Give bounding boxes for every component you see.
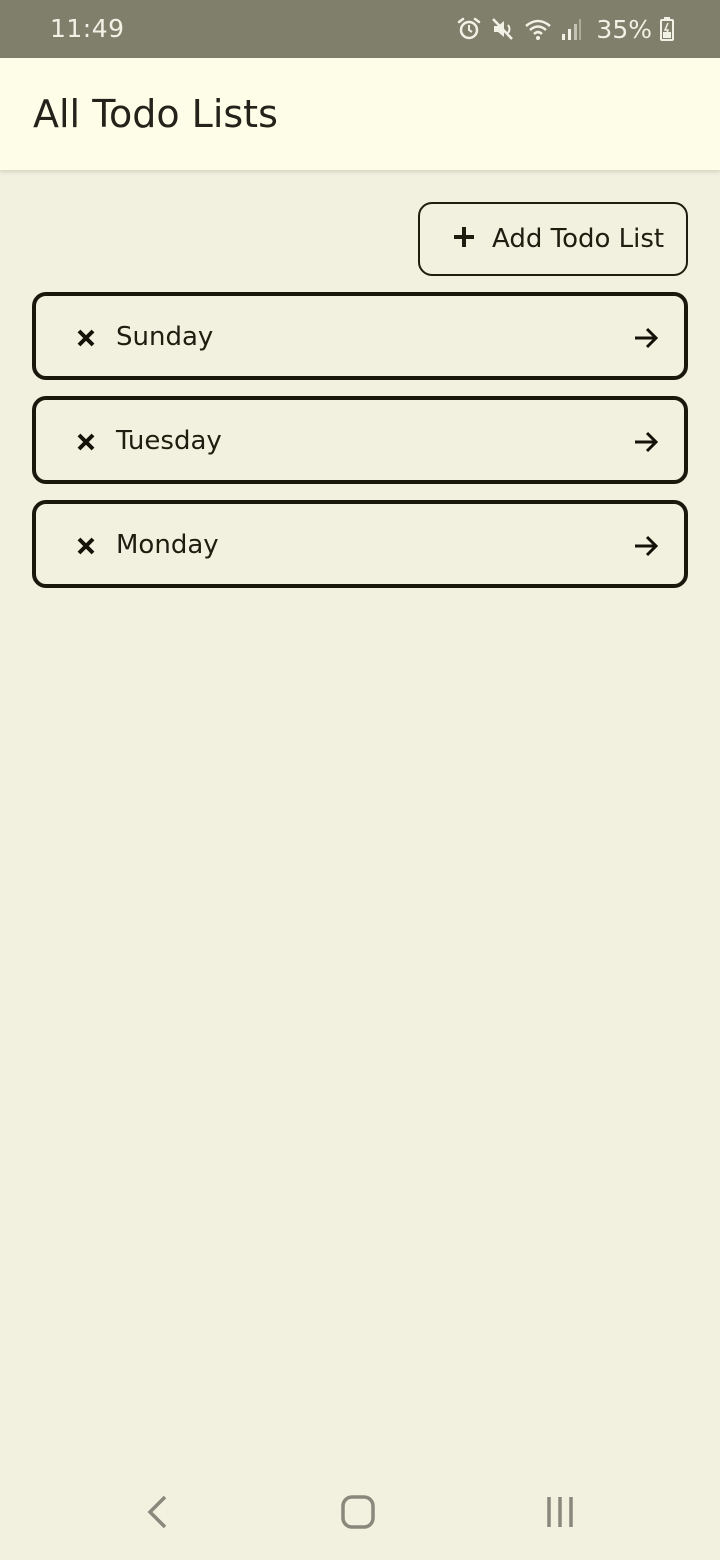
todo-list-label: Tuesday: [116, 426, 222, 456]
todo-list-item-tuesday[interactable]: Tuesday: [32, 396, 688, 484]
delete-icon[interactable]: [74, 326, 98, 350]
add-todo-list-label: Add Todo List: [492, 224, 665, 254]
status-bar: 11:49 35%: [0, 0, 720, 58]
back-icon[interactable]: [137, 1492, 177, 1532]
home-icon[interactable]: [338, 1492, 378, 1532]
arrow-right-icon[interactable]: [632, 324, 660, 352]
todo-list-item-sunday[interactable]: Sunday: [32, 292, 688, 380]
plus-icon: [452, 225, 476, 253]
arrow-right-icon[interactable]: [632, 428, 660, 456]
mute-icon: [490, 16, 516, 42]
recents-icon[interactable]: [540, 1492, 580, 1532]
delete-icon[interactable]: [74, 534, 98, 558]
battery-icon: [660, 17, 674, 41]
alarm-icon: [456, 16, 482, 42]
navigation-bar: [0, 1462, 720, 1560]
arrow-right-icon[interactable]: [632, 532, 660, 560]
page-title: All Todo Lists: [33, 92, 278, 136]
todo-list-label: Sunday: [116, 322, 214, 352]
status-time: 11:49: [50, 14, 125, 43]
signal-icon: [560, 16, 582, 42]
todo-list-label: Monday: [116, 530, 219, 560]
app-bar: All Todo Lists: [0, 58, 720, 170]
todo-list-container: Sunday Tuesday Monday: [32, 292, 688, 604]
battery-percentage: 35%: [596, 14, 652, 44]
wifi-icon: [524, 16, 552, 42]
todo-list-item-monday[interactable]: Monday: [32, 500, 688, 588]
delete-icon[interactable]: [74, 430, 98, 454]
add-todo-list-button[interactable]: Add Todo List: [418, 202, 688, 276]
status-icons: 35%: [456, 12, 674, 46]
